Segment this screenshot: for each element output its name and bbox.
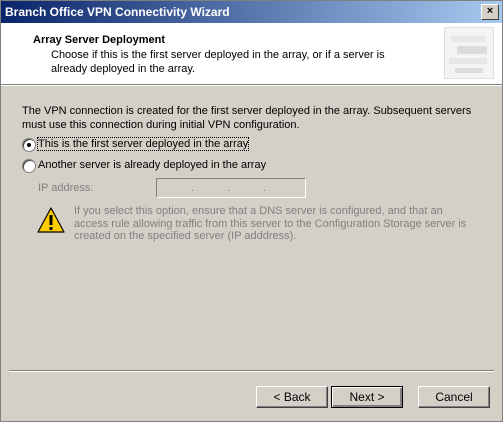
title-bar[interactable]: Branch Office VPN Connectivity Wizard × — [1, 1, 502, 23]
header-divider — [1, 85, 502, 86]
radio-first-server[interactable] — [22, 138, 36, 152]
page-title: Array Server Deployment — [33, 34, 166, 46]
ip-address-label: IP address: — [38, 182, 94, 194]
close-button[interactable]: × — [481, 4, 499, 20]
intro-text: The VPN connection is created for the fi… — [22, 105, 472, 131]
back-button[interactable]: < Back — [256, 386, 328, 408]
window-title: Branch Office VPN Connectivity Wizard — [5, 5, 230, 19]
ip-address-field[interactable]: . . . — [156, 178, 306, 198]
option-another-server-label[interactable]: Another server is already deployed in th… — [38, 159, 266, 171]
footer-divider — [9, 370, 494, 372]
close-icon: × — [486, 5, 494, 17]
warning-icon — [37, 207, 65, 233]
wizard-graphic-icon — [444, 27, 494, 79]
ip-octet-separator: . — [191, 182, 195, 194]
radio-another-server[interactable] — [22, 159, 36, 173]
page-subtitle: Choose if this is the first server deplo… — [51, 49, 385, 75]
option-first-server-label[interactable]: This is the first server deployed in the… — [36, 137, 250, 151]
ip-octet-separator: . — [263, 182, 267, 194]
ip-octet-separator: . — [227, 182, 231, 194]
wizard-header: Array Server Deployment Choose if this i… — [1, 23, 502, 85]
next-button[interactable]: Next > — [331, 386, 403, 408]
cancel-button[interactable]: Cancel — [418, 386, 490, 408]
warning-text: If you select this option, ensure that a… — [74, 205, 467, 242]
radio-selected-dot — [27, 143, 31, 147]
wizard-window: Branch Office VPN Connectivity Wizard × … — [0, 0, 503, 422]
